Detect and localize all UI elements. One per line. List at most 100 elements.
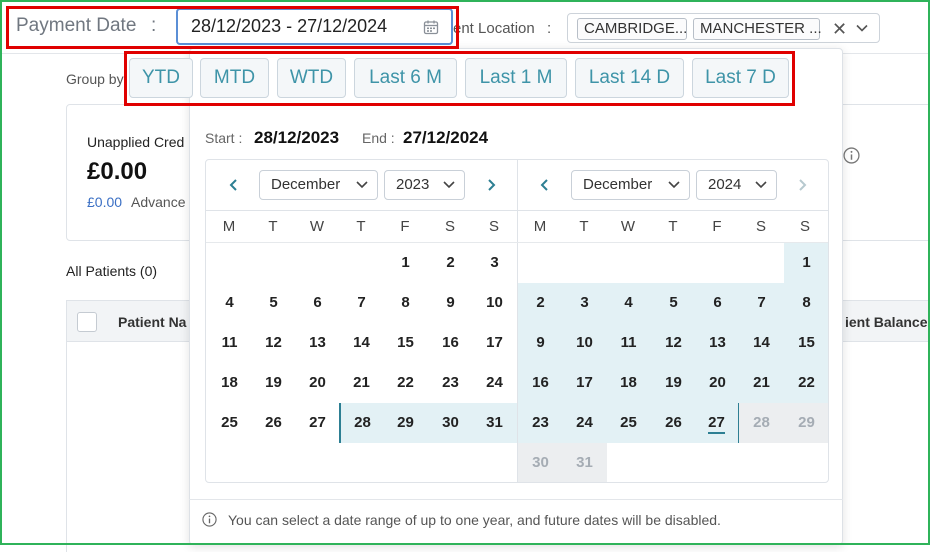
calendar-day[interactable]: 6 [695, 283, 740, 323]
weekday-row-line [206, 242, 828, 243]
weekday-label: W [620, 218, 636, 235]
calendar-day[interactable]: 3 [472, 243, 517, 283]
calendar-day[interactable]: 3 [562, 283, 607, 323]
calendar-day[interactable]: 30 [428, 403, 473, 443]
weekday-label: W [309, 218, 325, 235]
calendar-day[interactable]: 6 [295, 283, 340, 323]
clear-icon[interactable]: ✕ [832, 19, 847, 40]
calendar-day[interactable]: 26 [651, 403, 696, 443]
location-colon: : [547, 20, 552, 37]
calendar-day[interactable]: 22 [383, 363, 428, 403]
calendar-day[interactable]: 7 [339, 283, 384, 323]
left-month-value: December [271, 176, 341, 193]
calendar-header-line [206, 210, 828, 211]
left-month-select[interactable]: December [259, 170, 378, 200]
calendar-day[interactable]: 9 [428, 283, 473, 323]
weekday-label: S [755, 218, 766, 235]
next-month-icon[interactable] [484, 177, 498, 193]
calendar-day[interactable]: 16 [428, 323, 473, 363]
weekday-label: T [268, 218, 278, 235]
calendar-day[interactable]: 23 [428, 363, 473, 403]
weekday-label: T [356, 218, 366, 235]
left-year-select[interactable]: 2023 [384, 170, 465, 200]
calendar-day[interactable]: 15 [383, 323, 428, 363]
calendar-day[interactable]: 12 [651, 323, 696, 363]
calendar-day[interactable]: 14 [339, 323, 384, 363]
calendar-day[interactable]: 10 [562, 323, 607, 363]
calendar-day[interactable]: 22 [784, 363, 828, 403]
column-patient-name[interactable]: Patient Na [118, 314, 186, 330]
calendar-day[interactable]: 24 [472, 363, 517, 403]
calendar-day[interactable]: 20 [695, 363, 740, 403]
picker-footer-note: You can select a date range of up to one… [228, 512, 721, 528]
calendar-day[interactable]: 15 [784, 323, 828, 363]
calendar-day[interactable]: 4 [606, 283, 651, 323]
unapplied-credit-value: £0.00 [87, 158, 148, 185]
weekday-label: F [712, 218, 722, 235]
prev-month-icon[interactable] [538, 177, 552, 193]
calendar-day[interactable]: 5 [251, 283, 296, 323]
calendar-day[interactable]: 1 [784, 243, 828, 283]
location-chip-manchester[interactable]: MANCHESTER ... [693, 18, 822, 40]
advance-amount[interactable]: £0.00 [87, 194, 122, 210]
calendar-day[interactable]: 8 [383, 283, 428, 323]
calendar-day[interactable]: 21 [339, 363, 384, 403]
location-select[interactable]: CAMBRIDGE... MANCHESTER ... ✕ [567, 13, 880, 43]
calendar-day[interactable]: 1 [383, 243, 428, 283]
left-year-value: 2023 [396, 176, 430, 193]
range-end-label: End : [362, 130, 395, 146]
calendar-day[interactable]: 25 [606, 403, 651, 443]
calendar-day[interactable]: 17 [562, 363, 607, 403]
calendar-day[interactable]: 5 [651, 283, 696, 323]
calendar-day[interactable]: 11 [606, 323, 651, 363]
right-month-value: December [583, 176, 653, 193]
location-chip-cambridge[interactable]: CAMBRIDGE... [577, 18, 687, 40]
calendar-day[interactable]: 19 [651, 363, 696, 403]
calendar-day-disabled: 28 [739, 403, 784, 443]
calendar-day[interactable]: 24 [562, 403, 607, 443]
calendar-day[interactable]: 18 [207, 363, 252, 403]
calendar-day[interactable]: 29 [383, 403, 428, 443]
calendar-day[interactable]: 21 [739, 363, 784, 403]
calendar-day[interactable]: 14 [739, 323, 784, 363]
calendar-day[interactable]: 2 [428, 243, 473, 283]
calendar-day[interactable]: 13 [695, 323, 740, 363]
calendar-day[interactable]: 26 [251, 403, 296, 443]
chevron-down-icon[interactable] [855, 21, 869, 35]
weekday-label: S [444, 218, 455, 235]
prev-month-icon[interactable] [227, 177, 241, 193]
calendar-day[interactable]: 7 [739, 283, 784, 323]
calendar-day[interactable]: 31 [472, 403, 517, 443]
info-icon[interactable] [843, 147, 860, 164]
calendar-day[interactable]: 12 [251, 323, 296, 363]
calendar-day[interactable]: 9 [518, 323, 563, 363]
unapplied-credit-label: Unapplied Cred [87, 134, 185, 150]
weekday-label: T [579, 218, 589, 235]
calendar-day-disabled: 30 [518, 443, 563, 482]
all-patients-title: All Patients (0) [66, 263, 158, 279]
calendar-day[interactable]: 19 [251, 363, 296, 403]
calendar-day[interactable]: 10 [472, 283, 517, 323]
calendar-day[interactable]: 13 [295, 323, 340, 363]
calendar-day[interactable]: 18 [606, 363, 651, 403]
column-patient-balance[interactable]: ient Balance [845, 314, 927, 330]
calendar-day[interactable]: 2 [518, 283, 563, 323]
calendar-day-range-start[interactable]: 28 [339, 403, 384, 443]
right-year-select[interactable]: 2024 [696, 170, 777, 200]
chevron-down-icon [443, 181, 455, 189]
calendar-day-range-end-today[interactable]: 27 [695, 403, 740, 443]
calendar-day[interactable]: 23 [518, 403, 563, 443]
calendar-day[interactable]: 25 [207, 403, 252, 443]
calendar-day[interactable]: 20 [295, 363, 340, 403]
highlight-box-presets [124, 51, 795, 106]
right-year-value: 2024 [708, 176, 742, 193]
calendar-day[interactable]: 8 [784, 283, 828, 323]
right-month-select[interactable]: December [571, 170, 690, 200]
select-all-checkbox[interactable] [77, 312, 97, 332]
calendar-day[interactable]: 11 [207, 323, 252, 363]
calendar-day[interactable]: 16 [518, 363, 563, 403]
calendar-day[interactable]: 17 [472, 323, 517, 363]
weekday-label: M [533, 218, 547, 235]
calendar-day[interactable]: 4 [207, 283, 252, 323]
calendar-day[interactable]: 27 [295, 403, 340, 443]
